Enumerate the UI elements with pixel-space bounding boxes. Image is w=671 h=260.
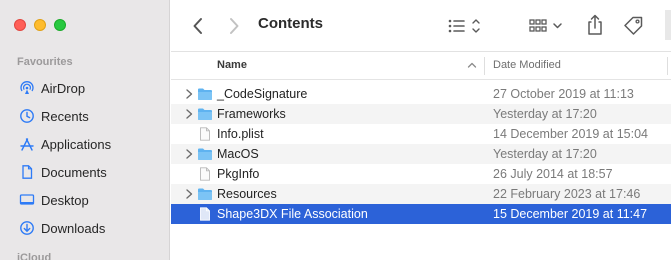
sidebar-item-applications[interactable]: Applications (0, 130, 170, 158)
folder-icon (197, 87, 213, 101)
folder-icon (197, 147, 213, 161)
file-date-modified: 26 July 2014 at 18:57 (493, 167, 613, 181)
file-name: MacOS (217, 147, 259, 161)
column-header-date-modified[interactable]: Date Modified (493, 59, 561, 71)
column-divider[interactable] (484, 57, 485, 75)
sidebar-item-label: Downloads (41, 220, 106, 236)
window-title: Contents (258, 15, 323, 32)
file-date-modified: 22 February 2023 at 17:46 (493, 187, 641, 201)
file-list: _CodeSignature 27 October 2019 at 11:13 Fr… (171, 84, 671, 224)
disclosure-triangle-icon[interactable] (184, 88, 194, 100)
sidebar-item-label: Documents (41, 164, 107, 180)
favourites-list: AirDrop Recents Applications Documents D… (0, 74, 170, 242)
file-name: Frameworks (217, 107, 286, 121)
disclosure-triangle-icon[interactable] (184, 188, 194, 200)
sidebar-item-documents[interactable]: Documents (0, 158, 170, 186)
column-header-bar: Name Date Modified (171, 52, 671, 80)
file-date-modified: 27 October 2019 at 11:13 (493, 87, 634, 101)
chevron-right-icon (230, 18, 239, 34)
folder-icon (197, 187, 213, 201)
desktop-icon (19, 192, 35, 208)
sidebar-item-label: Recents (41, 108, 89, 124)
toolbar-overflow-edge (665, 10, 671, 40)
clock-icon (19, 108, 35, 124)
applications-icon (19, 136, 35, 152)
window-controls (14, 19, 66, 31)
sidebar-item-label: Desktop (41, 192, 89, 208)
file-name: PkgInfo (217, 167, 260, 181)
sidebar: Favourites AirDrop Recents Applications … (0, 0, 170, 260)
tag-button[interactable] (621, 14, 645, 38)
disclosure-triangle-icon[interactable] (184, 148, 194, 160)
document-file-icon (197, 207, 213, 221)
document-file-icon (197, 167, 213, 181)
file-row[interactable]: Shape3DX File Association 15 December 201… (171, 204, 671, 224)
file-name: Resources (217, 187, 277, 201)
sidebar-item-downloads[interactable]: Downloads (0, 214, 170, 242)
file-date-modified: Yesterday at 17:20 (493, 147, 597, 161)
toolbar: Contents (171, 0, 671, 52)
share-button[interactable] (585, 12, 605, 38)
file-row[interactable]: PkgInfo 26 July 2014 at 18:57 (171, 164, 671, 184)
disclosure-triangle-icon[interactable] (184, 108, 194, 120)
download-icon (19, 220, 35, 236)
file-date-modified: 14 December 2019 at 15:04 (493, 127, 648, 141)
chevron-left-icon (193, 18, 202, 34)
file-date-modified: 15 December 2019 at 11:47 (493, 207, 648, 221)
favourites-section-label: Favourites (17, 56, 73, 68)
folder-icon (197, 107, 213, 121)
close-window-button[interactable] (14, 19, 26, 31)
sort-ascending-icon (467, 58, 477, 73)
sidebar-item-recents[interactable]: Recents (0, 102, 170, 130)
file-date-modified: Yesterday at 17:20 (493, 107, 597, 121)
file-row[interactable]: Frameworks Yesterday at 17:20 (171, 104, 671, 124)
sidebar-item-desktop[interactable]: Desktop (0, 186, 170, 214)
file-name: _CodeSignature (217, 87, 308, 101)
column-header-name[interactable]: Name (217, 59, 247, 71)
view-options-button[interactable] (445, 15, 485, 37)
group-button[interactable] (527, 15, 567, 37)
back-button[interactable] (189, 15, 207, 37)
file-row[interactable]: MacOS Yesterday at 17:20 (171, 144, 671, 164)
forward-button[interactable] (225, 15, 243, 37)
file-row[interactable]: _CodeSignature 27 October 2019 at 11:13 (171, 84, 671, 104)
airdrop-icon (19, 80, 35, 96)
minimize-window-button[interactable] (34, 19, 46, 31)
zoom-window-button[interactable] (54, 19, 66, 31)
list-view-icon (448, 19, 480, 33)
file-name: Info.plist (217, 127, 264, 141)
grid-group-icon (529, 19, 562, 32)
icloud-section-label: iCloud (17, 252, 52, 260)
file-row[interactable]: Info.plist 14 December 2019 at 15:04 (171, 124, 671, 144)
sidebar-item-airdrop[interactable]: AirDrop (0, 74, 170, 102)
share-icon (588, 14, 602, 35)
tag-icon (624, 16, 643, 35)
document-file-icon (197, 127, 213, 141)
sidebar-item-label: Applications (41, 136, 112, 152)
file-name: Shape3DX File Association (217, 207, 368, 221)
sidebar-item-label: AirDrop (41, 80, 86, 96)
document-icon (19, 164, 35, 180)
column-divider[interactable] (667, 57, 668, 75)
file-row[interactable]: Resources 22 February 2023 at 17:46 (171, 184, 671, 204)
